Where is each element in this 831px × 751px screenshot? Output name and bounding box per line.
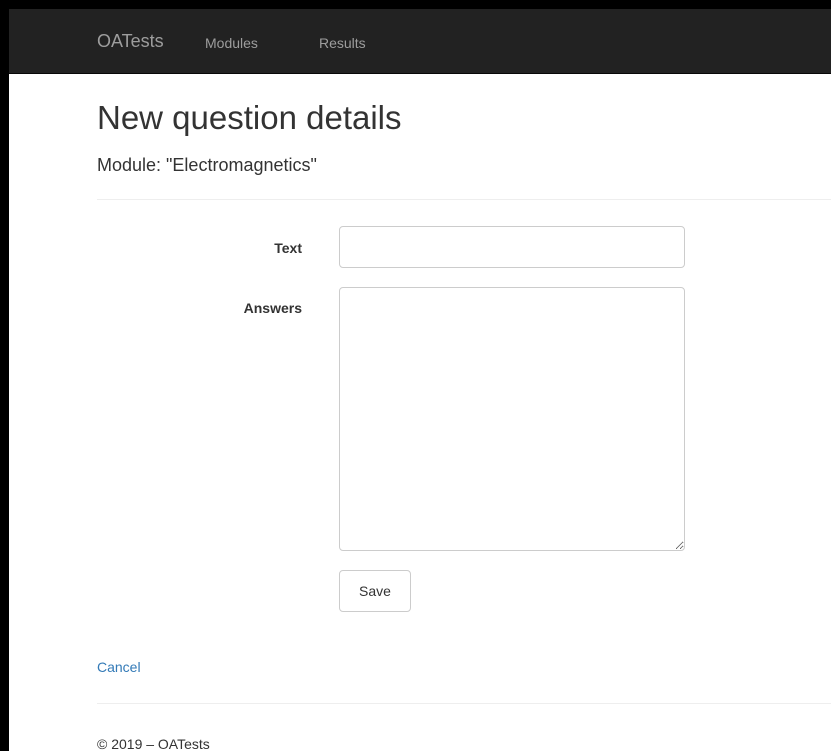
cancel-link[interactable]: Cancel [97,659,141,675]
navbar: OATests Modules Results [9,9,831,74]
answers-label: Answers [243,300,302,316]
app-window: OATests Modules Results New question det… [0,0,831,751]
divider [97,199,831,200]
footer-copyright: © 2019 – OATests [97,736,210,751]
save-button[interactable]: Save [339,570,411,612]
module-subtitle: Module: "Electromagnetics" [97,155,317,175]
footer-divider [97,703,831,704]
page-title: New question details [97,99,402,136]
question-text-input[interactable] [339,226,685,268]
nav-link-results[interactable]: Results [319,35,366,51]
nav-link-modules[interactable]: Modules [205,35,258,51]
text-label: Text [274,240,302,256]
navbar-brand[interactable]: OATests [97,31,164,52]
answers-textarea[interactable] [339,287,685,551]
